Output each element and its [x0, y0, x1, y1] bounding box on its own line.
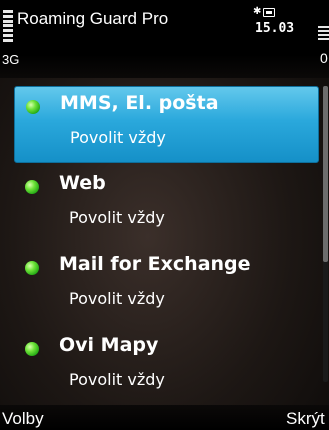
clock: 15.03: [255, 21, 295, 36]
list-item-ovi-mapy[interactable]: Ovi Mapy Povolit vždy: [14, 329, 319, 406]
status-edge-text: 0: [320, 50, 328, 66]
green-status-dot-icon: [26, 100, 40, 114]
list-item-mail-for-exchange[interactable]: Mail for Exchange Povolit vždy: [14, 248, 319, 325]
list-item-subtitle: Povolit vždy: [70, 128, 166, 147]
green-status-dot-icon: [25, 261, 39, 275]
phone-screen: Roaming Guard Pro 3G ✱ 15.03 0 MMS, El. …: [0, 0, 329, 430]
green-status-dot-icon: [25, 180, 39, 194]
signal-strength-icon: [3, 10, 13, 42]
list-item-title: Ovi Mapy: [59, 334, 159, 356]
connection-list: MMS, El. pošta Povolit vždy Web Povolit …: [14, 86, 319, 410]
status-bar: Roaming Guard Pro 3G ✱ 15.03 0: [0, 0, 329, 78]
app-title: Roaming Guard Pro: [17, 9, 169, 28]
list-item-title: MMS, El. pošta: [60, 92, 219, 114]
battery-level-icon: [318, 26, 329, 40]
list-item-web[interactable]: Web Povolit vždy: [14, 167, 319, 244]
list-item-subtitle: Povolit vždy: [69, 370, 165, 389]
network-indicator: 3G: [2, 52, 20, 67]
list-item-mms-email[interactable]: MMS, El. pošta Povolit vždy: [14, 86, 319, 163]
list-item-title: Mail for Exchange: [59, 253, 251, 275]
hide-softkey[interactable]: Skrýt: [286, 409, 325, 429]
list-item-subtitle: Povolit vždy: [69, 208, 165, 227]
scrollbar[interactable]: [323, 86, 328, 382]
list-item-subtitle: Povolit vždy: [69, 289, 165, 308]
scrollbar-thumb[interactable]: [323, 86, 328, 262]
softkey-bar: Volby Skrýt: [0, 405, 329, 430]
bluetooth-icon: ✱: [253, 6, 262, 17]
list-item-title: Web: [59, 172, 106, 194]
green-status-dot-icon: [25, 342, 39, 356]
battery-icon: [263, 8, 275, 17]
options-softkey[interactable]: Volby: [2, 409, 44, 429]
